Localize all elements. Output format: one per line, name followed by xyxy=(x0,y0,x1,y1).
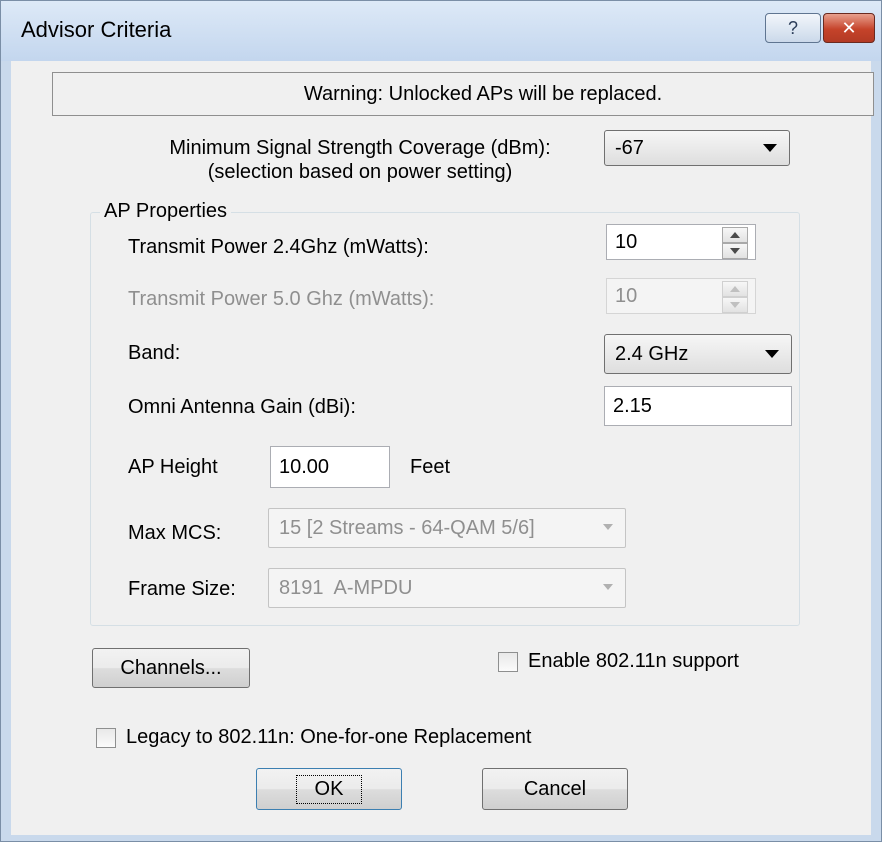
tx-power-24-spin-down[interactable] xyxy=(722,243,748,259)
channels-button-label: Channels... xyxy=(120,656,222,679)
close-icon: ✕ xyxy=(841,17,857,38)
min-signal-value: -67 xyxy=(615,136,644,159)
arrow-up-icon xyxy=(730,232,740,238)
enable-80211n-label: Enable 802.11n support xyxy=(528,650,739,672)
ap-height-label: AP Height xyxy=(128,456,218,478)
warning-text: Warning: Unlocked APs will be replaced. xyxy=(303,82,663,105)
omni-gain-input[interactable]: 2.15 xyxy=(604,386,792,426)
ap-height-value: 10.00 xyxy=(279,455,330,478)
arrow-down-icon xyxy=(730,248,740,254)
ok-button[interactable]: OK xyxy=(256,768,402,810)
omni-gain-label: Omni Antenna Gain (dBi): xyxy=(128,396,356,418)
help-button[interactable]: ? xyxy=(765,13,821,43)
frame-size-value: 8191 A-MPDU xyxy=(279,576,413,599)
tx-power-50-spinner xyxy=(716,278,756,314)
frame-size-label: Frame Size: xyxy=(128,578,236,600)
window-title: Advisor Criteria xyxy=(21,17,172,42)
band-value: 2.4 GHz xyxy=(615,342,689,365)
cancel-button-label: Cancel xyxy=(523,777,587,800)
ap-height-unit: Feet xyxy=(410,456,451,478)
arrow-down-icon xyxy=(730,302,740,308)
warning-banner: Warning: Unlocked APs will be replaced. xyxy=(52,72,874,116)
tx-power-24-value: 10 xyxy=(615,230,638,253)
title-bar: Advisor Criteria ? ✕ xyxy=(1,1,881,61)
ap-properties-title: AP Properties xyxy=(100,200,232,223)
chevron-down-icon xyxy=(763,144,777,152)
arrow-up-icon xyxy=(730,286,740,292)
chevron-down-icon xyxy=(603,584,613,590)
help-icon: ? xyxy=(787,17,798,38)
min-signal-label: Minimum Signal Strength Coverage (dBm): … xyxy=(140,136,580,184)
tx-power-50-input[interactable]: 10 xyxy=(606,278,716,314)
legacy-replacement-checkbox[interactable] xyxy=(96,727,116,748)
min-signal-label-line1: Minimum Signal Strength Coverage (dBm): xyxy=(169,137,551,159)
max-mcs-label: Max MCS: xyxy=(128,522,222,544)
cancel-button[interactable]: Cancel xyxy=(482,768,628,810)
frame-size-dropdown[interactable]: 8191 A-MPDU xyxy=(268,568,626,608)
omni-gain-value: 2.15 xyxy=(613,394,652,417)
chevron-down-icon xyxy=(765,350,779,358)
tx-power-50-value: 10 xyxy=(615,284,638,307)
tx-power-24-label: Transmit Power 2.4Ghz (mWatts): xyxy=(128,236,429,258)
max-mcs-dropdown[interactable]: 15 [2 Streams - 64-QAM 5/6] xyxy=(268,508,626,548)
enable-80211n-checkbox[interactable] xyxy=(498,651,518,672)
chevron-down-icon xyxy=(603,524,613,530)
ok-button-label: OK xyxy=(295,774,363,804)
tx-power-24-input[interactable]: 10 xyxy=(606,224,716,260)
channels-button[interactable]: Channels... xyxy=(92,648,250,688)
close-button[interactable]: ✕ xyxy=(823,13,875,43)
tx-power-50-label: Transmit Power 5.0 Ghz (mWatts): xyxy=(128,288,435,310)
enable-80211n-option[interactable]: Enable 802.11n support xyxy=(498,650,739,673)
tx-power-50-spin-up[interactable] xyxy=(722,281,748,297)
legacy-replacement-option[interactable]: Legacy to 802.11n: One-for-one Replaceme… xyxy=(96,726,531,749)
tx-power-50-spin-down[interactable] xyxy=(722,297,748,313)
tx-power-24-spinner xyxy=(716,224,756,260)
tx-power-24-spin-up[interactable] xyxy=(722,227,748,243)
band-label: Band: xyxy=(128,342,181,364)
min-signal-dropdown[interactable]: -67 xyxy=(604,130,790,166)
legacy-replacement-label: Legacy to 802.11n: One-for-one Replaceme… xyxy=(126,726,532,748)
max-mcs-value: 15 [2 Streams - 64-QAM 5/6] xyxy=(279,516,535,539)
band-dropdown[interactable]: 2.4 GHz xyxy=(604,334,792,374)
ap-height-input[interactable]: 10.00 xyxy=(270,446,390,488)
min-signal-label-line2: (selection based on power setting) xyxy=(207,161,513,183)
